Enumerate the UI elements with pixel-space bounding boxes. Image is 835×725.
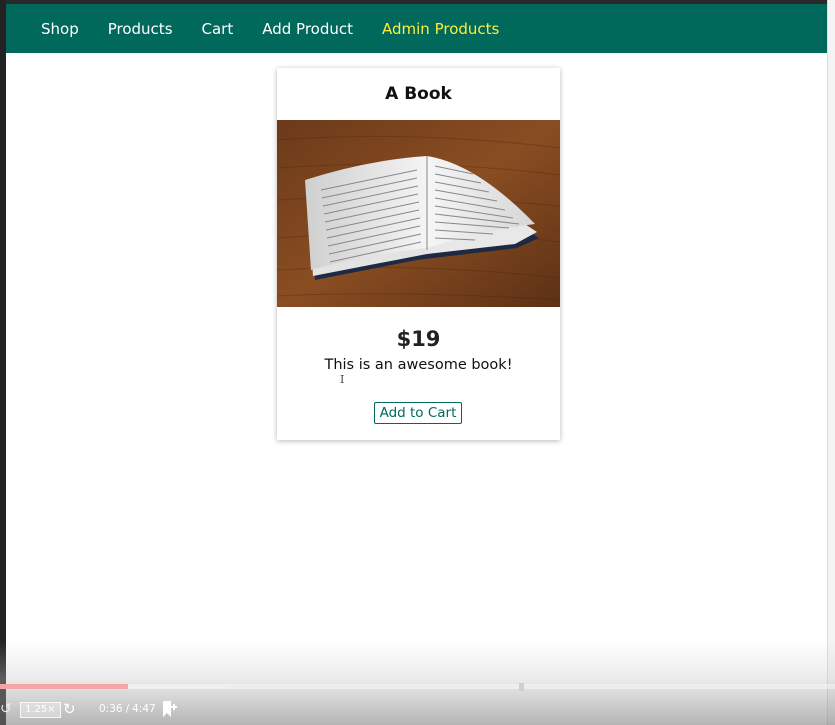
video-time: 0:36/4:47 [99,703,156,715]
time-separator: / [125,703,130,715]
product-card: A Book $19 This is an awesome book! I Ad… [277,68,560,440]
main-navbar: Shop Products Cart Add Product Admin Pro… [6,4,827,53]
add-to-cart-button[interactable]: Add to Cart [374,402,462,424]
time-current: 0:36 [99,703,123,715]
progress-marker [519,683,524,691]
replay-icon[interactable]: ↻ [63,700,76,718]
nav-admin-products[interactable]: Admin Products [382,20,499,38]
product-image [277,120,560,307]
nav-products[interactable]: Products [108,20,173,38]
rewind-icon[interactable]: ↺ [0,701,12,717]
video-played-bar [0,684,128,689]
time-total: 4:47 [132,703,156,715]
product-price: $19 [396,327,441,351]
browser-viewport: Shop Products Cart Add Product Admin Pro… [6,4,827,725]
video-progress-bar[interactable] [0,684,835,689]
bookmark-add-icon[interactable] [160,700,178,718]
nav-shop[interactable]: Shop [41,20,79,38]
video-controls: ↺ 1.25× ↻ 0:36/4:47 [0,697,835,723]
product-title: A Book [385,84,452,104]
window-right-edge [827,0,835,725]
nav-add-product[interactable]: Add Product [262,20,353,38]
playback-speed-button[interactable]: 1.25× [20,702,61,718]
product-description: This is an awesome book! [324,357,513,373]
text-cursor-icon: I [340,373,345,386]
nav-cart[interactable]: Cart [202,20,234,38]
